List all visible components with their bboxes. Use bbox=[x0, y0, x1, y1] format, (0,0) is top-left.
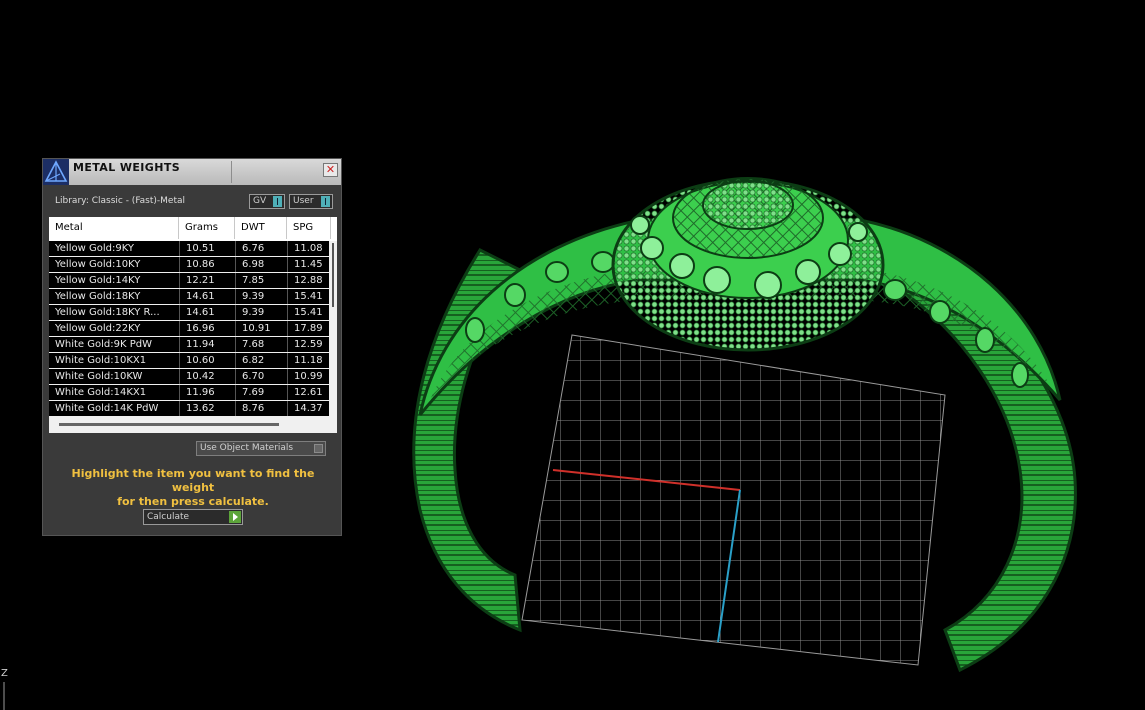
table-row[interactable]: White Gold:14KX1 11.96 7.69 12.61 bbox=[49, 385, 329, 400]
table-row[interactable]: Yellow Gold:22KY 16.96 10.91 17.89 bbox=[49, 321, 329, 336]
panel-title: METAL WEIGHTS bbox=[73, 161, 181, 174]
table-header: Metal Grams DWT SPG bbox=[49, 217, 337, 241]
instruction-line-1: Highlight the item you want to find the … bbox=[71, 467, 315, 494]
instruction-text: Highlight the item you want to find the … bbox=[53, 467, 333, 509]
cell-spg: 14.37 bbox=[287, 401, 329, 416]
panel-title-bar[interactable]: METAL WEIGHTS ✕ bbox=[43, 159, 341, 185]
cell-metal: Yellow Gold:9KY bbox=[55, 243, 134, 254]
toggle-knob-icon bbox=[321, 196, 330, 207]
metal-weights-panel: METAL WEIGHTS ✕ Library: Classic - (Fast… bbox=[42, 158, 342, 536]
cell-dwt: 8.76 bbox=[235, 401, 287, 416]
column-header-metal[interactable]: Metal bbox=[49, 217, 179, 239]
gv-toggle[interactable]: GV bbox=[249, 194, 285, 209]
cell-metal: Yellow Gold:22KY bbox=[55, 323, 141, 334]
table-row[interactable]: Yellow Gold:18KY 14.61 9.39 15.41 bbox=[49, 289, 329, 304]
horizontal-scrollbar[interactable] bbox=[59, 423, 279, 426]
user-toggle[interactable]: User bbox=[289, 194, 333, 209]
table-row[interactable]: White Gold:14K PdW 13.62 8.76 14.37 bbox=[49, 401, 329, 416]
table-row[interactable]: Yellow Gold:9KY 10.51 6.76 11.08 bbox=[49, 241, 329, 256]
table-row[interactable]: Yellow Gold:10KY 10.86 6.98 11.45 bbox=[49, 257, 329, 272]
cell-metal: Yellow Gold:14KY bbox=[55, 275, 141, 286]
table-row[interactable]: White Gold:10KX1 10.60 6.82 11.18 bbox=[49, 353, 329, 368]
cell-dwt: 7.68 bbox=[235, 337, 287, 352]
calculate-button[interactable]: Calculate bbox=[143, 509, 243, 525]
title-separator bbox=[231, 161, 232, 183]
column-header-dwt[interactable]: DWT bbox=[235, 217, 287, 239]
toggle-knob-icon bbox=[273, 196, 282, 207]
use-object-materials-label: Use Object Materials bbox=[200, 443, 294, 453]
cell-spg: 10.99 bbox=[287, 369, 329, 384]
cell-spg: 11.08 bbox=[287, 241, 329, 256]
z-axis-label: Z bbox=[1, 668, 8, 679]
cell-metal: Yellow Gold:18KY R... bbox=[55, 307, 160, 318]
cell-grams: 10.42 bbox=[179, 369, 235, 384]
cell-spg: 15.41 bbox=[287, 289, 329, 304]
table-row[interactable]: White Gold:9K PdW 11.94 7.68 12.59 bbox=[49, 337, 329, 352]
cell-dwt: 7.69 bbox=[235, 385, 287, 400]
cell-grams: 14.61 bbox=[179, 305, 235, 320]
library-label: Library: Classic - (Fast)-Metal bbox=[55, 196, 186, 206]
cell-dwt: 6.82 bbox=[235, 353, 287, 368]
cell-grams: 10.86 bbox=[179, 257, 235, 272]
table-row[interactable]: Yellow Gold:14KY 12.21 7.85 12.88 bbox=[49, 273, 329, 288]
cell-metal: White Gold:14KX1 bbox=[55, 387, 147, 398]
cell-dwt: 6.70 bbox=[235, 369, 287, 384]
cell-dwt: 6.98 bbox=[235, 257, 287, 272]
cell-spg: 15.41 bbox=[287, 305, 329, 320]
cell-dwt: 9.39 bbox=[235, 305, 287, 320]
tetrahedron-logo-icon bbox=[43, 159, 69, 185]
cell-grams: 12.21 bbox=[179, 273, 235, 288]
cell-metal: Yellow Gold:10KY bbox=[55, 259, 141, 270]
cell-spg: 17.89 bbox=[287, 321, 329, 336]
gv-label: GV bbox=[253, 196, 267, 206]
table-row[interactable]: Yellow Gold:18KY R... 14.61 9.39 15.41 bbox=[49, 305, 329, 320]
column-header-spg[interactable]: SPG bbox=[287, 217, 331, 239]
cell-spg: 11.45 bbox=[287, 257, 329, 272]
close-icon[interactable]: ✕ bbox=[323, 163, 338, 177]
cell-grams: 10.51 bbox=[179, 241, 235, 256]
cell-spg: 12.61 bbox=[287, 385, 329, 400]
cell-spg: 12.88 bbox=[287, 273, 329, 288]
cell-grams: 10.60 bbox=[179, 353, 235, 368]
user-label: User bbox=[293, 196, 314, 206]
metal-table: Metal Grams DWT SPG Yellow Gold:9KY 10.51… bbox=[49, 217, 337, 433]
cell-dwt: 6.76 bbox=[235, 241, 287, 256]
cell-spg: 12.59 bbox=[287, 337, 329, 352]
cell-dwt: 9.39 bbox=[235, 289, 287, 304]
use-object-materials-toggle[interactable]: Use Object Materials bbox=[196, 441, 326, 456]
checkbox-icon bbox=[314, 444, 323, 453]
play-arrow-icon bbox=[229, 511, 241, 523]
vertical-scrollbar[interactable] bbox=[331, 241, 337, 415]
cell-grams: 13.62 bbox=[179, 401, 235, 416]
table-row[interactable]: White Gold:10KW 10.42 6.70 10.99 bbox=[49, 369, 329, 384]
cell-metal: White Gold:10KX1 bbox=[55, 355, 147, 366]
cell-dwt: 10.91 bbox=[235, 321, 287, 336]
instruction-line-2: for then press calculate. bbox=[117, 495, 269, 508]
ground-grid bbox=[521, 334, 946, 666]
cell-dwt: 7.85 bbox=[235, 273, 287, 288]
cell-metal: White Gold:9K PdW bbox=[55, 339, 152, 350]
cell-metal: White Gold:14K PdW bbox=[55, 403, 159, 414]
cell-grams: 11.94 bbox=[179, 337, 235, 352]
cell-grams: 14.61 bbox=[179, 289, 235, 304]
column-header-grams[interactable]: Grams bbox=[179, 217, 235, 239]
cell-grams: 11.96 bbox=[179, 385, 235, 400]
cell-metal: Yellow Gold:18KY bbox=[55, 291, 141, 302]
calculate-label: Calculate bbox=[147, 512, 190, 522]
cell-spg: 11.18 bbox=[287, 353, 329, 368]
cell-grams: 16.96 bbox=[179, 321, 235, 336]
cell-metal: White Gold:10KW bbox=[55, 371, 143, 382]
